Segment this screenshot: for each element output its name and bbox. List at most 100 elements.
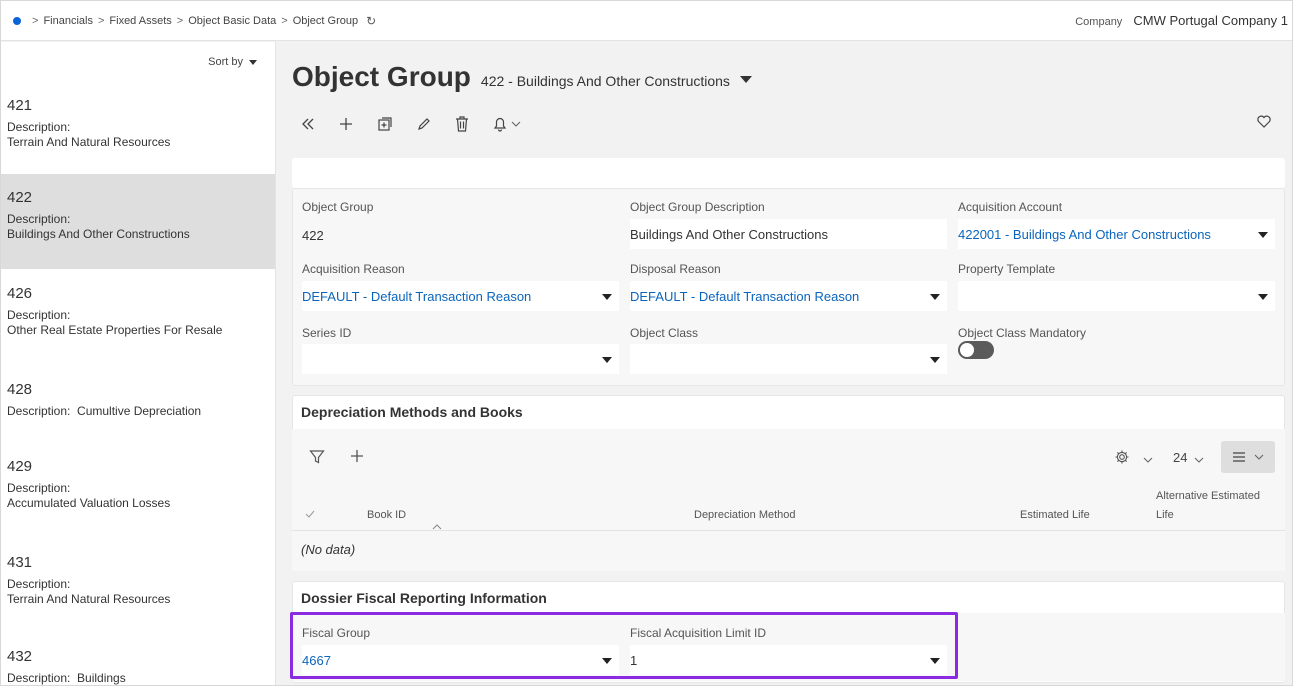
object-group-label: Object Group [302,200,374,214]
acquisition-account-select[interactable]: 422001 - Buildings And Other Constructio… [958,219,1275,249]
list-item[interactable]: 432 Description: Buildings [1,648,275,685]
depreciation-grid [292,429,1285,571]
list-item-desc: Terrain And Natural Resources [7,135,171,149]
delete-icon[interactable] [455,113,469,135]
edit-icon[interactable] [417,113,431,135]
duplicate-icon[interactable] [377,113,393,135]
filter-icon[interactable] [309,449,325,468]
select-all-checkbox[interactable] [305,509,315,521]
company-label: Company [1075,16,1123,28]
object-class-label: Object Class [630,326,699,340]
list-item-desc: Buildings [77,671,126,685]
chevron-down-icon[interactable] [1143,452,1153,467]
collapse-list-icon[interactable] [301,113,315,135]
list-item-code: 426 [7,285,33,302]
list-item[interactable]: 431 Description: Terrain And Natural Res… [1,554,275,624]
company-selector[interactable]: Company CMW Portugal Company 1 [1075,13,1288,28]
list-item-code: 422 [7,189,33,206]
depreciation-section-title: Depreciation Methods and Books [301,404,523,420]
view-mode-button[interactable] [1221,441,1275,473]
caret-down-icon[interactable] [602,294,612,300]
column-header-alternative-estimated-life[interactable]: Alternative Estimated [1156,490,1260,502]
list-item-desc: Buildings And Other Constructions [7,227,190,241]
object-group-value: 422 [302,228,324,243]
chevron-down-icon[interactable] [1194,452,1204,467]
no-data-message: (No data) [301,542,356,557]
acquisition-reason-select[interactable]: DEFAULT - Default Transaction Reason [302,281,619,311]
sort-ascending-icon[interactable] [432,521,442,533]
caret-down-icon[interactable] [602,357,612,363]
acquisition-reason-label: Acquisition Reason [302,262,405,276]
list-item-desc-label: Description: [7,404,71,418]
list-item-code: 431 [7,554,33,571]
sort-by-label: Sort by [208,56,243,68]
object-group-description-value: Buildings And Other Constructions [630,227,828,242]
object-class-mandatory-toggle[interactable] [958,341,994,359]
command-toolbar [301,113,545,135]
breadcrumb: > Financials > Fixed Assets > Object Bas… [9,14,376,28]
chevron-right-icon: > [32,15,39,27]
list-item[interactable]: 429 Description: Accumulated Valuation L… [1,458,275,528]
list-view-icon [1233,452,1245,462]
record-selector[interactable]: 422 - Buildings And Other Constructions [481,73,730,89]
list-item[interactable]: 421 Description: Terrain And Natural Res… [1,97,275,167]
toggle-knob [960,343,974,357]
bell-icon[interactable] [493,113,507,135]
disposal-reason-select[interactable]: DEFAULT - Default Transaction Reason [630,281,947,311]
column-header-book-id[interactable]: Book ID [367,509,406,521]
highlight-box [290,612,958,679]
list-item-desc-label: Description: [7,308,71,322]
list-item-desc-label: Description: [7,212,71,226]
list-item-code: 428 [7,381,33,398]
column-header-depreciation-method[interactable]: Depreciation Method [694,509,796,521]
series-id-select[interactable] [302,344,619,374]
favorite-heart-icon[interactable] [1257,115,1271,131]
breadcrumb-financials[interactable]: Financials [43,15,93,27]
object-group-description-field[interactable]: Buildings And Other Constructions [630,219,947,249]
page-title-text: Object Group [292,61,471,92]
add-row-icon[interactable] [350,449,364,466]
company-name[interactable]: CMW Portugal Company 1 [1133,13,1288,28]
column-header-alternative-estimated-life-line2[interactable]: Life [1156,509,1174,521]
page-size-value[interactable]: 24 [1173,450,1187,465]
breadcrumb-object-group[interactable]: Object Group [293,15,358,27]
chevron-down-icon[interactable] [511,113,521,135]
refresh-icon[interactable]: ↻ [366,14,376,28]
chevron-right-icon: > [97,15,105,27]
column-header-estimated-life[interactable]: Estimated Life [1020,509,1090,521]
acquisition-account-value[interactable]: 422001 - Buildings And Other Constructio… [958,227,1211,242]
list-item-code: 421 [7,97,33,114]
object-class-select[interactable] [630,344,947,374]
object-class-mandatory-label: Object Class Mandatory [958,326,1087,340]
add-icon[interactable] [339,113,353,135]
list-item-code: 432 [7,648,33,665]
caret-down-icon[interactable] [739,76,752,83]
list-item[interactable]: 428 Description: Cumultive Depreciation [1,381,275,431]
list-item[interactable]: 426 Description: Other Real Estate Prope… [1,285,275,355]
disposal-reason-value[interactable]: DEFAULT - Default Transaction Reason [630,289,859,304]
caret-down-icon [249,59,257,65]
caret-down-icon[interactable] [1258,294,1268,300]
settings-gear-icon[interactable] [1114,449,1130,468]
sort-by-button[interactable]: Sort by [208,56,257,68]
header-divider [292,530,1285,531]
breadcrumb-fixed-assets[interactable]: Fixed Assets [109,15,171,27]
list-item-selected[interactable]: 422 Description: Buildings And Other Con… [1,174,275,269]
caret-down-icon[interactable] [930,294,940,300]
caret-down-icon[interactable] [1258,232,1268,238]
list-item-desc: Cumultive Depreciation [77,404,202,418]
series-id-label: Series ID [302,326,352,340]
acquisition-account-label: Acquisition Account [958,200,1063,214]
caret-down-icon[interactable] [930,357,940,363]
property-template-select[interactable] [958,281,1275,311]
header-strip [292,158,1285,188]
acquisition-reason-value[interactable]: DEFAULT - Default Transaction Reason [302,289,531,304]
app-frame: > Financials > Fixed Assets > Object Bas… [0,0,1293,686]
disposal-reason-label: Disposal Reason [630,262,721,276]
breadcrumb-object-basic-data[interactable]: Object Basic Data [188,15,276,27]
list-item-desc-label: Description: [7,120,71,134]
list-item-desc: Other Real Estate Properties For Resale [7,323,223,337]
object-group-description-label: Object Group Description [630,200,765,214]
record-list: Sort by 421 Description: Terrain And Nat… [1,42,276,685]
list-item-desc-label: Description: [7,577,71,591]
